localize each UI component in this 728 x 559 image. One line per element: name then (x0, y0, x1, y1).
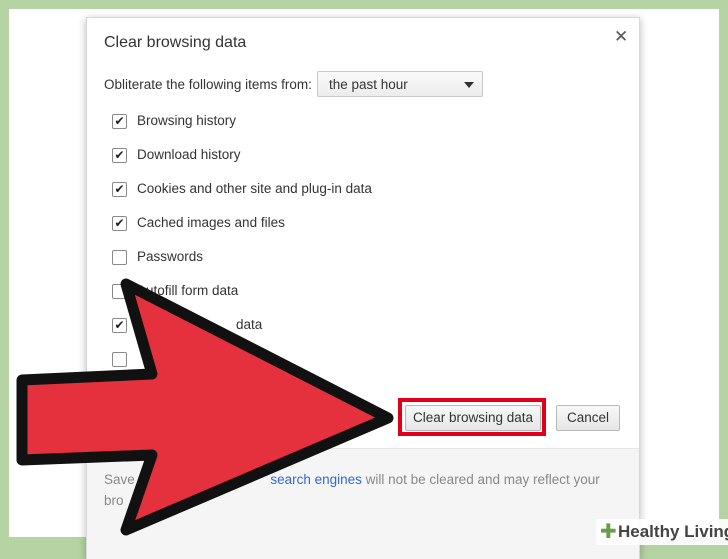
brand-name: Healthy Living (618, 522, 728, 541)
red-arrow-icon (16, 278, 394, 536)
red-arrow-shape (16, 278, 394, 536)
brand-watermark: ✚ Healthy Living (596, 519, 728, 545)
plus-icon: ✚ (600, 521, 617, 543)
